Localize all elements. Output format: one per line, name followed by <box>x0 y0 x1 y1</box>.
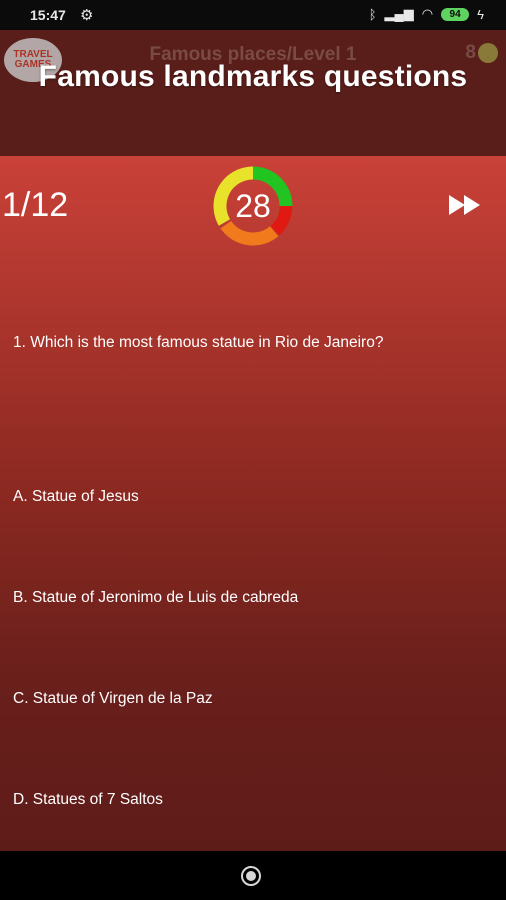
banner-title: Famous landmarks questions <box>38 60 468 93</box>
home-circle-icon[interactable] <box>241 866 261 886</box>
question-text: 1. Which is the most famous statue in Ri… <box>13 334 384 351</box>
quiz-area: 1/12 28 1. Which is the most famous stat… <box>0 156 506 851</box>
answer-option-b[interactable]: B. Statue of Jeronimo de Luis de cabreda <box>13 589 298 607</box>
question-progress: 1/12 <box>2 186 69 224</box>
timer-seconds: 28 <box>235 187 271 224</box>
answer-option-d[interactable]: D. Statues of 7 Saltos <box>13 791 163 809</box>
answer-option-c[interactable]: C. Statue of Virgen de la Paz <box>13 690 213 708</box>
countdown-timer: 28 <box>201 164 305 248</box>
status-icons: ᛒ ▂▄▆ ◠ 94 ϟ <box>369 6 484 22</box>
skip-question-button[interactable] <box>448 194 482 221</box>
app-header: TRAVEL GAMES Famous places/Level 1 8 Fam… <box>0 30 506 156</box>
battery-icon: 94 <box>441 7 470 21</box>
fast-forward-icon <box>449 195 480 215</box>
signal-icon: ▂▄▆ <box>384 6 414 21</box>
charging-icon: ϟ <box>477 6 484 22</box>
system-nav-bar <box>0 851 506 900</box>
bluetooth-icon: ᛒ <box>368 6 377 22</box>
status-bar: 15:47 ⚙ ᛒ ▂▄▆ ◠ 94 ϟ <box>0 0 506 30</box>
wifi-icon: ◠ <box>421 6 434 21</box>
settings-gear-icon: ⚙ <box>80 7 94 24</box>
status-time: 15:47 <box>30 7 66 23</box>
answer-option-a[interactable]: A. Statue of Jesus <box>13 488 139 506</box>
